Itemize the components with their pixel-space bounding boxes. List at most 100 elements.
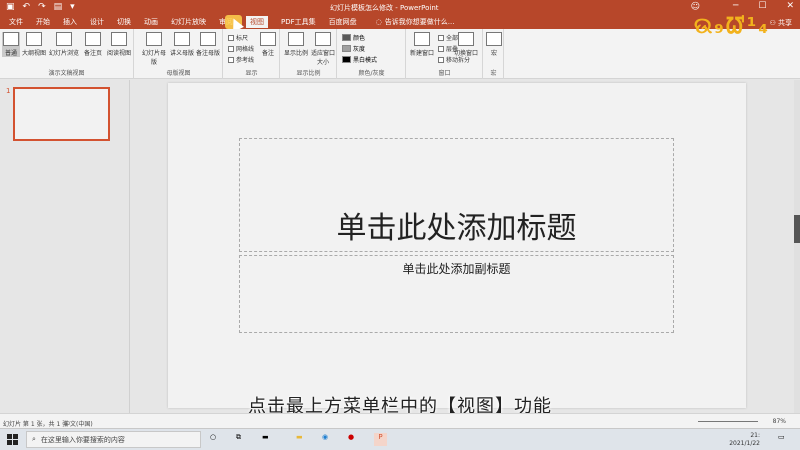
tab-insert[interactable]: 插入 bbox=[63, 17, 77, 27]
macro-button[interactable]: 宏 bbox=[486, 32, 502, 57]
recorder-icon[interactable]: ● bbox=[348, 433, 361, 446]
group-label: 颜色/灰度 bbox=[358, 70, 385, 77]
outline-view-icon bbox=[26, 32, 42, 46]
slide[interactable]: 单击此处添加标题 单击此处添加副标题 bbox=[168, 83, 746, 408]
zoom-level[interactable]: 87% bbox=[773, 418, 786, 425]
notes-button[interactable]: 备注 bbox=[258, 32, 278, 57]
save-icon[interactable]: ▣ bbox=[6, 2, 15, 12]
cortana-icon[interactable]: ○ bbox=[210, 433, 223, 446]
outline-view-button[interactable]: 大纲视图 bbox=[22, 32, 46, 57]
slide-sorter-icon bbox=[56, 32, 72, 46]
tab-design[interactable]: 设计 bbox=[90, 17, 104, 27]
slide-thumbnail[interactable] bbox=[13, 87, 110, 141]
taskbar-search-box[interactable]: ⌕ 在这里输入你要搜索的内容 bbox=[26, 431, 201, 448]
share-button[interactable]: ⚇ 共享 bbox=[769, 18, 792, 28]
language-indicator[interactable]: 中文(中国) bbox=[64, 419, 93, 428]
powerpoint-icon[interactable]: P bbox=[374, 433, 387, 446]
tab-slideshow[interactable]: 幻灯片放映 bbox=[171, 17, 206, 27]
fit-to-window-button[interactable]: 适应窗口大小 bbox=[310, 32, 336, 66]
title-placeholder-text: 单击此处添加标题 bbox=[336, 211, 577, 246]
redo-icon[interactable]: ↷ bbox=[38, 2, 46, 12]
ribbon-tabs: 文件 开始 插入 设计 切换 动画 幻灯片放映 审阅 视图 PDF工具集 百度网… bbox=[0, 15, 800, 29]
thumbnail-number: 1 bbox=[6, 87, 11, 95]
windows-start-icon[interactable] bbox=[7, 434, 18, 445]
grayscale-swatch-icon bbox=[342, 45, 351, 52]
switch-window-button[interactable]: 切换窗口 bbox=[451, 32, 481, 57]
fit-window-icon bbox=[315, 32, 331, 46]
title-bar: ▣ ↶ ↷ ▤ ▾ 幻灯片模板怎么修改 - PowerPoint ☺ ─ ☐ ✕ bbox=[0, 0, 800, 15]
edge-icon[interactable]: ◉ bbox=[322, 433, 335, 446]
close-button[interactable]: ✕ bbox=[786, 1, 794, 11]
group-master-views: 幻灯片母版 讲义母版 备注母版 母版视图 bbox=[135, 29, 223, 79]
slide-master-button[interactable]: 幻灯片母版 bbox=[140, 32, 168, 66]
group-label: 演示文稿视图 bbox=[48, 70, 85, 77]
color-option[interactable]: 颜色 bbox=[342, 33, 365, 42]
share-label: 共享 bbox=[778, 19, 792, 27]
black-white-option[interactable]: 黑白模式 bbox=[342, 55, 377, 64]
search-icon: ⌕ bbox=[32, 435, 36, 443]
notes-page-icon bbox=[85, 32, 101, 46]
slide-sorter-button[interactable]: 幻灯片浏览 bbox=[48, 32, 80, 57]
tab-home[interactable]: 开始 bbox=[36, 17, 50, 27]
move-split-icon bbox=[438, 56, 444, 63]
cascade-icon bbox=[438, 45, 444, 52]
customize-qat-icon[interactable]: ▾ bbox=[70, 2, 75, 12]
minimize-button[interactable]: ─ bbox=[733, 1, 738, 11]
grayscale-option[interactable]: 灰度 bbox=[342, 44, 365, 53]
scrollbar-thumb[interactable] bbox=[794, 215, 800, 243]
clock-date: 2021/1/22 bbox=[729, 440, 760, 447]
normal-view-icon bbox=[3, 32, 19, 46]
tab-view[interactable]: 视图 bbox=[246, 16, 268, 28]
tab-pdf-tools[interactable]: PDF工具集 bbox=[281, 17, 316, 27]
notes-master-icon bbox=[200, 32, 216, 46]
group-color-grayscale: 颜色 灰度 黑白模式 颜色/灰度 bbox=[338, 29, 406, 79]
magnifier-icon bbox=[288, 32, 304, 46]
maximize-button[interactable]: ☐ bbox=[758, 1, 766, 11]
notes-master-button[interactable]: 备注母版 bbox=[195, 32, 221, 57]
tab-file[interactable]: 文件 bbox=[9, 17, 23, 27]
notification-icon[interactable]: ▭ bbox=[778, 433, 791, 446]
account-icon[interactable]: ☺ bbox=[691, 2, 700, 12]
notes-page-button[interactable]: 备注页 bbox=[82, 32, 104, 57]
clock-time: 21: bbox=[750, 432, 760, 439]
group-label: 显示 bbox=[245, 70, 258, 77]
start-from-beginning-icon[interactable]: ▤ bbox=[54, 2, 63, 12]
task-view-icon[interactable]: ⧉ bbox=[236, 433, 249, 446]
group-label: 窗口 bbox=[438, 70, 451, 77]
windows-taskbar: ⌕ 在这里输入你要搜索的内容 ○ ⧉ ▬ ▬ ◉ ● P 21: 2021/1/… bbox=[0, 428, 800, 450]
guides-checkbox[interactable]: 参考线 bbox=[228, 55, 254, 64]
title-placeholder[interactable]: 单击此处添加标题 bbox=[239, 138, 674, 252]
folder-icon[interactable]: ▬ bbox=[296, 433, 309, 446]
switch-window-icon bbox=[458, 32, 474, 46]
normal-view-button[interactable]: 普通 bbox=[2, 32, 20, 57]
group-label: 母版视图 bbox=[166, 70, 191, 77]
file-explorer-icon[interactable]: ▬ bbox=[262, 433, 275, 446]
new-window-button[interactable]: 新建窗口 bbox=[409, 32, 435, 57]
system-tray: 21: 2021/1/22 bbox=[729, 432, 760, 448]
tab-animations[interactable]: 动画 bbox=[144, 17, 158, 27]
tab-transitions[interactable]: 切换 bbox=[117, 17, 131, 27]
slide-editor: 单击此处添加标题 单击此处添加副标题 bbox=[130, 80, 794, 413]
vertical-scrollbar[interactable] bbox=[794, 80, 800, 413]
tab-baidu-netdisk[interactable]: 百度网盘 bbox=[329, 17, 357, 27]
zoom-slider[interactable] bbox=[698, 421, 758, 422]
ribbon: 普通 大纲视图 幻灯片浏览 备注页 阅读视图 演示文稿视图 幻灯片母版 讲义母版… bbox=[0, 29, 800, 79]
handout-master-button[interactable]: 讲义母版 bbox=[169, 32, 195, 57]
group-zoom: 显示比例 适应窗口大小 显示比例 bbox=[281, 29, 337, 79]
tell-me-box[interactable]: ◌ 告诉我你想要做什么... bbox=[376, 17, 455, 27]
lightbulb-icon: ◌ bbox=[375, 18, 382, 26]
group-presentation-views: 普通 大纲视图 幻灯片浏览 备注页 阅读视图 演示文稿视图 bbox=[0, 29, 134, 79]
reading-view-button[interactable]: 阅读视图 bbox=[106, 32, 132, 57]
group-show: 标尺 网格线 参考线 备注 显示 bbox=[224, 29, 280, 79]
subtitle-placeholder[interactable]: 单击此处添加副标题 bbox=[239, 255, 674, 333]
group-label: 宏 bbox=[490, 70, 497, 77]
group-label: 显示比例 bbox=[296, 70, 321, 77]
ruler-checkbox[interactable]: 标尺 bbox=[228, 33, 248, 42]
tell-me-text: 告诉我你想要做什么... bbox=[384, 18, 455, 26]
undo-icon[interactable]: ↶ bbox=[23, 2, 31, 12]
reading-view-icon bbox=[111, 32, 127, 46]
gridlines-checkbox[interactable]: 网格线 bbox=[228, 44, 254, 53]
subtitle-placeholder-text: 单击此处添加副标题 bbox=[402, 262, 511, 276]
arrange-all-icon bbox=[438, 34, 444, 41]
zoom-button[interactable]: 显示比例 bbox=[283, 32, 309, 57]
